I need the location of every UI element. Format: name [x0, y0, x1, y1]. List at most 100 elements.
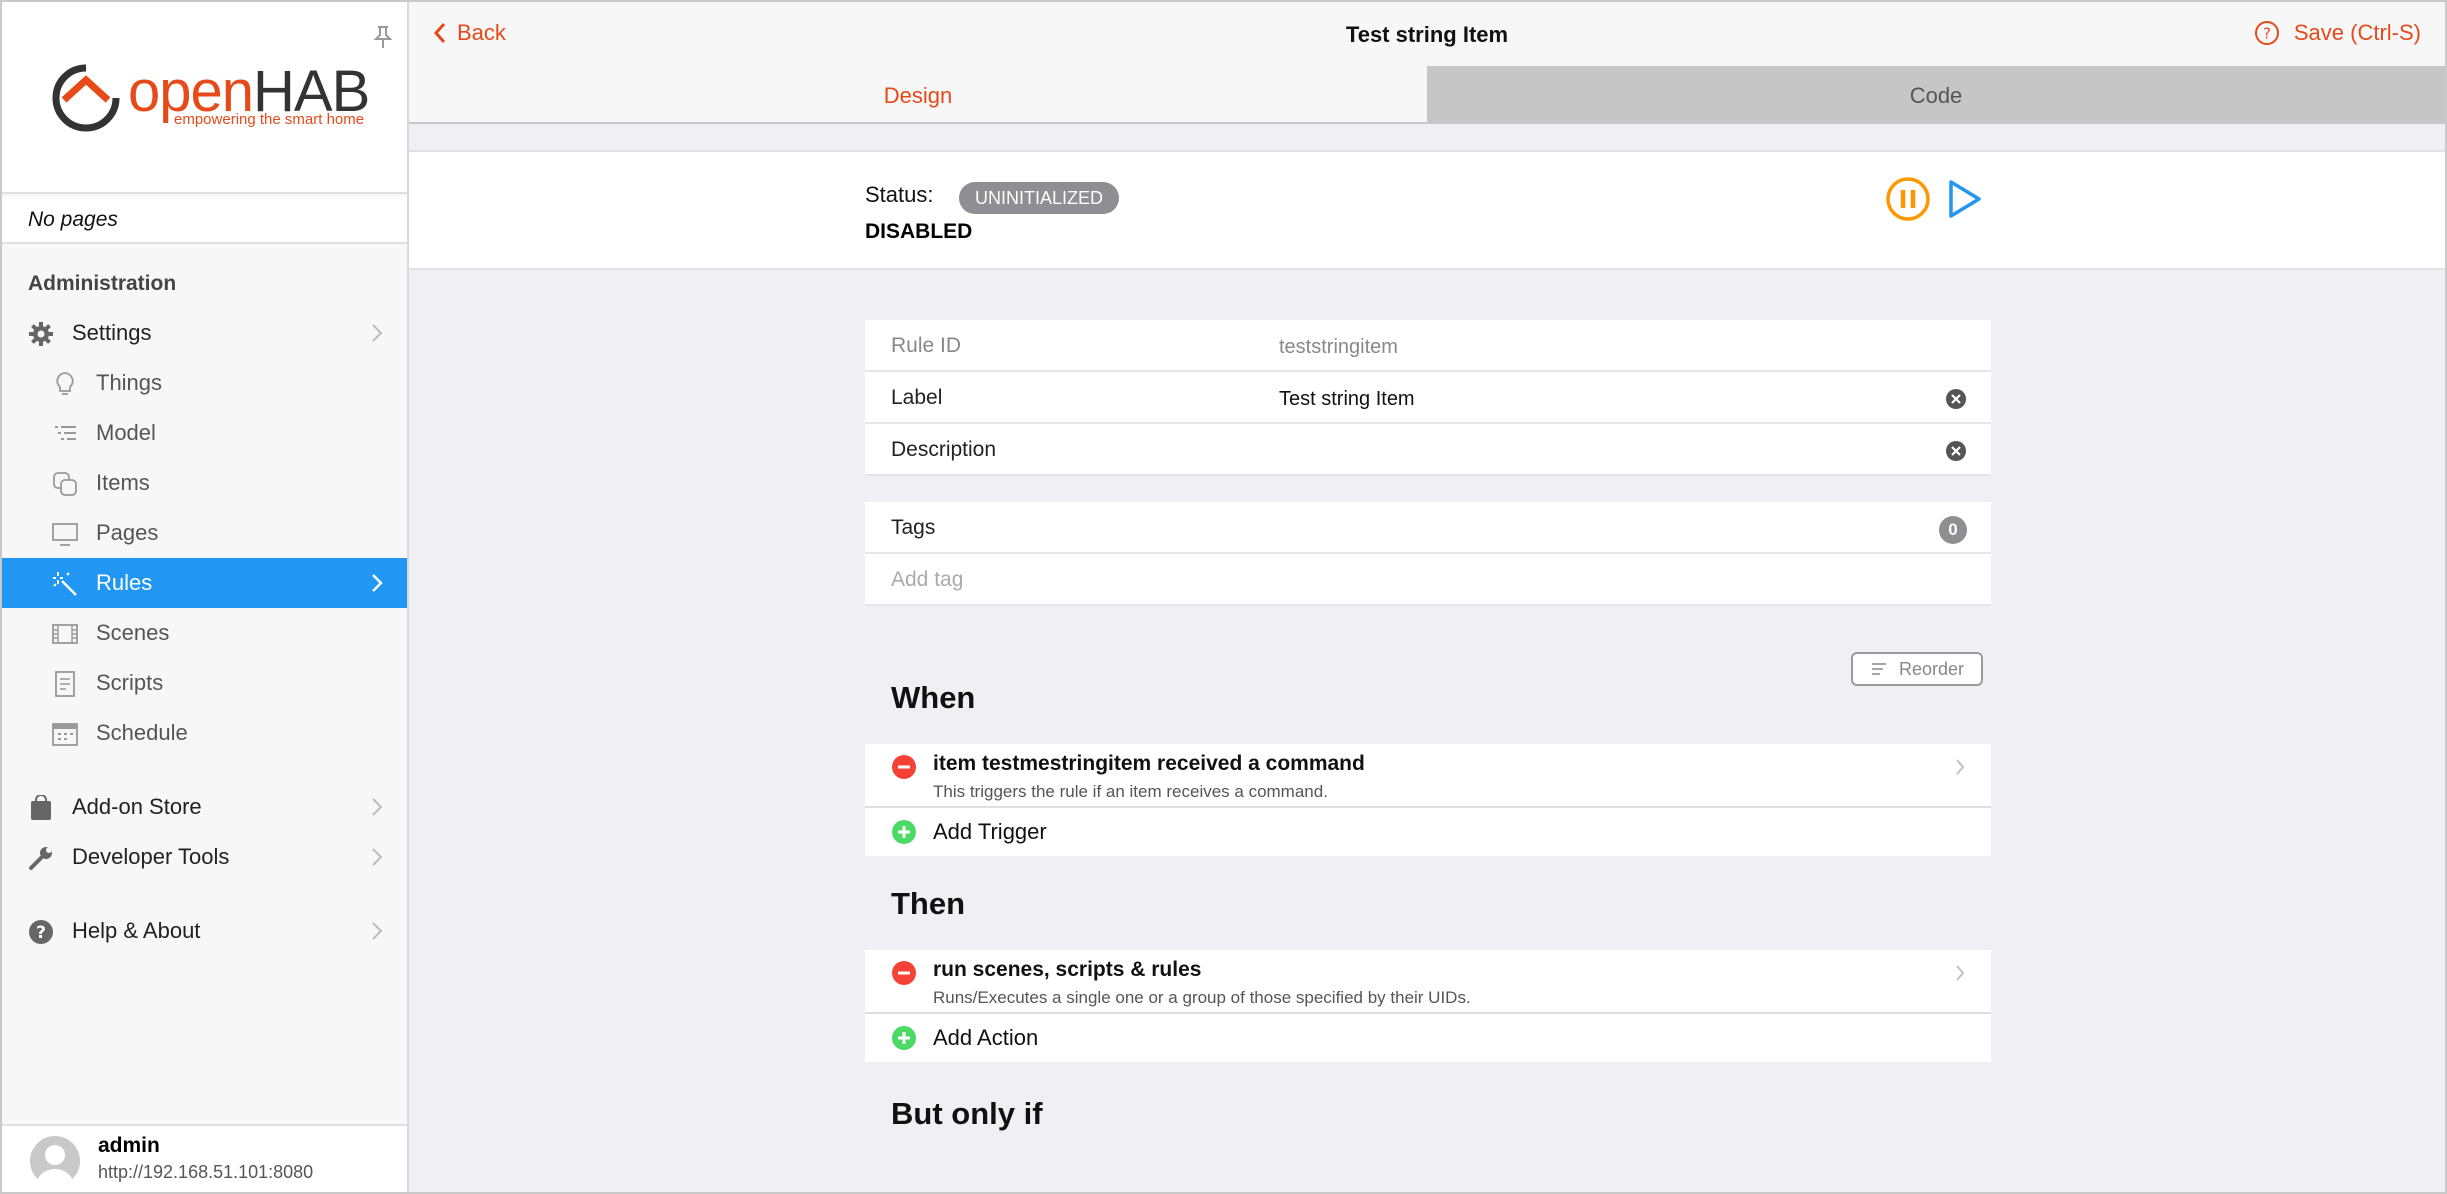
- sidebar-item-label: Scripts: [96, 670, 164, 695]
- bag-icon: [31, 795, 51, 820]
- sidebar-item-label: Scenes: [96, 620, 170, 645]
- sidebar-item-label: Things: [96, 370, 163, 395]
- user-icon: [36, 1145, 74, 1186]
- description-field-label: Description: [891, 438, 997, 461]
- chevron-right-icon: [372, 922, 383, 940]
- chevron-right-icon: [1956, 965, 1965, 981]
- action-title: run scenes, scripts & rules: [933, 958, 1202, 981]
- sidebar-item-label: Add-on Store: [72, 794, 202, 819]
- no-pages-label: No pages: [2, 196, 407, 244]
- chevron-right-icon: [372, 848, 383, 866]
- brand-tagline: empowering the smart home: [174, 111, 365, 128]
- square-stack-icon: [53, 472, 77, 496]
- add-icon: [892, 820, 916, 844]
- save-label: Save (Ctrl-S): [2293, 20, 2421, 45]
- tab-bar: Design Code: [409, 66, 2445, 124]
- sidebar-item-help-about[interactable]: ? Help & About: [2, 906, 407, 956]
- tags-row: Tags 0: [865, 502, 1991, 554]
- chevron-right-icon: [372, 798, 383, 816]
- sidebar-item-label: Developer Tools: [72, 844, 230, 869]
- reorder-button[interactable]: Reorder: [1851, 652, 1983, 686]
- sidebar-item-model[interactable]: Model: [2, 408, 407, 458]
- sidebar-item-label: Schedule: [96, 720, 188, 745]
- then-heading: Then: [891, 886, 966, 921]
- pause-button[interactable]: [1885, 176, 1931, 222]
- remove-icon[interactable]: [891, 960, 917, 986]
- monitor-icon: [52, 523, 78, 546]
- when-heading: When: [891, 680, 976, 715]
- sidebar-item-label: Model: [96, 420, 156, 445]
- add-tag-input[interactable]: Add tag: [891, 568, 963, 592]
- action-item[interactable]: run scenes, scripts & rules Runs/Execute…: [865, 950, 1991, 1014]
- pin-icon[interactable]: [372, 24, 394, 50]
- status-badge: UNINITIALIZED: [959, 182, 1120, 214]
- description-row[interactable]: Description: [865, 424, 1991, 476]
- actions-list: run scenes, scripts & rules Runs/Execute…: [865, 950, 1991, 1062]
- sidebar-item-rules[interactable]: Rules: [2, 558, 407, 608]
- gear-icon: [29, 322, 53, 346]
- server-address: http://192.168.51.101:8080: [98, 1162, 314, 1182]
- sidebar-item-items[interactable]: Items: [2, 458, 407, 508]
- add-trigger-label: Add Trigger: [933, 819, 1047, 844]
- chevron-right-icon: [372, 324, 383, 342]
- triggers-list: item testmestringitem received a command…: [865, 744, 1991, 856]
- rule-id-label: Rule ID: [891, 334, 962, 357]
- status-label: Status:: [865, 182, 934, 207]
- magic-wand-icon: [53, 572, 77, 596]
- trigger-description: This triggers the rule if an item receiv…: [933, 782, 1328, 801]
- page-title: Test string Item: [1345, 22, 1509, 47]
- remove-icon[interactable]: [891, 754, 917, 780]
- sidebar-item-label: Items: [96, 470, 150, 495]
- rule-id-row: Rule ID teststringitem: [865, 320, 1991, 372]
- add-action-label: Add Action: [933, 1025, 1039, 1050]
- add-action-button[interactable]: Add Action: [865, 1014, 1991, 1062]
- navbar: Back Test string Item ? Save (Ctrl-S): [409, 2, 2445, 66]
- status-block: Status: UNINITIALIZED DISABLED: [409, 150, 2445, 270]
- sidebar-item-label: Pages: [96, 520, 159, 545]
- main-content: Back Test string Item ? Save (Ctrl-S) De…: [409, 2, 2445, 1192]
- label-field-input[interactable]: Test string Item: [1279, 388, 1415, 411]
- add-trigger-button[interactable]: Add Trigger: [865, 808, 1991, 856]
- add-icon: [892, 1026, 916, 1050]
- logo-area: openHAB empowering the smart home: [2, 2, 407, 194]
- clear-icon[interactable]: [1945, 388, 1967, 410]
- rule-id-value: teststringitem: [1279, 336, 1398, 358]
- save-button[interactable]: ? Save (Ctrl-S): [2254, 20, 2421, 46]
- sidebar-item-pages[interactable]: Pages: [2, 508, 407, 558]
- wrench-icon: [29, 847, 52, 870]
- rule-info-list: Rule ID teststringitem Label Test string…: [865, 320, 1991, 476]
- sidebar-item-scenes[interactable]: Scenes: [2, 608, 407, 658]
- run-now-button[interactable]: [1945, 176, 1985, 222]
- chevron-right-icon: [372, 574, 383, 592]
- action-description: Runs/Executes a single one or a group of…: [933, 988, 1471, 1007]
- openhab-logo-icon: [52, 64, 120, 132]
- question-circle-icon: ?: [2254, 21, 2279, 45]
- sidebar-item-schedule[interactable]: Schedule: [2, 708, 407, 758]
- trigger-title: item testmestringitem received a command: [933, 752, 1365, 775]
- sidebar-item-developer-tools[interactable]: Developer Tools: [2, 832, 407, 882]
- tags-label: Tags: [891, 516, 936, 539]
- user-name: admin: [98, 1134, 160, 1157]
- trigger-item[interactable]: item testmestringitem received a command…: [865, 744, 1991, 808]
- tags-list: Tags 0 Add tag: [865, 502, 1991, 606]
- chevron-right-icon: [1956, 759, 1965, 775]
- sidebar-item-scripts[interactable]: Scripts: [2, 658, 407, 708]
- label-row[interactable]: Label Test string Item: [865, 372, 1991, 424]
- but-only-if-heading: But only if: [891, 1096, 1043, 1131]
- avatar: [30, 1136, 80, 1186]
- clear-icon[interactable]: [1945, 440, 1967, 462]
- administration-heading: Administration: [28, 272, 177, 295]
- add-tag-row[interactable]: Add tag: [865, 554, 1991, 606]
- svg-text:?: ?: [2263, 25, 2271, 43]
- lightbulb-icon: [56, 372, 74, 395]
- sidebar-item-label: Help & About: [72, 918, 201, 943]
- tab-design[interactable]: Design: [409, 66, 1427, 122]
- user-footer[interactable]: admin http://192.168.51.101:8080: [2, 1124, 407, 1192]
- sidebar-item-settings[interactable]: Settings: [2, 308, 407, 358]
- sidebar-item-addon-store[interactable]: Add-on Store: [2, 782, 407, 832]
- sidebar-item-label: Rules: [96, 570, 153, 595]
- sidebar-item-things[interactable]: Things: [2, 358, 407, 408]
- tab-code[interactable]: Code: [1427, 66, 2445, 122]
- film-icon: [52, 624, 78, 644]
- list-icon: [55, 426, 76, 440]
